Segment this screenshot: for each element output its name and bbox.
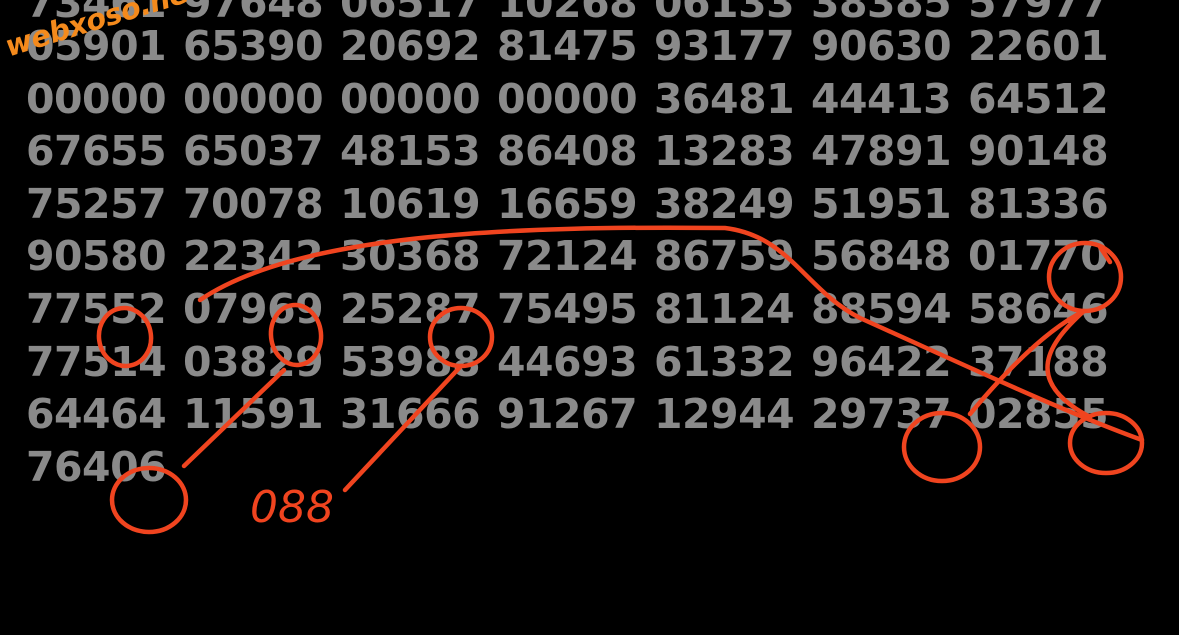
circle-mark-29737 [901, 410, 983, 484]
circle-mark-02855 [1067, 410, 1145, 476]
circle-mark-77552 [96, 305, 154, 369]
connecting-arc-stroke [197, 225, 1145, 443]
lottery-number-board: 73461 97648 06517 10268 06133 38385 57977 05901… [0, 0, 1179, 635]
circle-mark-07969 [268, 302, 324, 368]
handwritten-note: 088 [250, 482, 334, 533]
connector-01770-02855 [1045, 308, 1093, 420]
connector-25287-note [342, 363, 464, 493]
connector-07969-76406 [181, 367, 287, 469]
hand-drawn-annotations: 088 [96, 225, 1145, 535]
circle-mark-25287 [427, 305, 495, 369]
circle-mark-76406 [109, 465, 189, 535]
circle-mark-01770 [1046, 240, 1124, 314]
